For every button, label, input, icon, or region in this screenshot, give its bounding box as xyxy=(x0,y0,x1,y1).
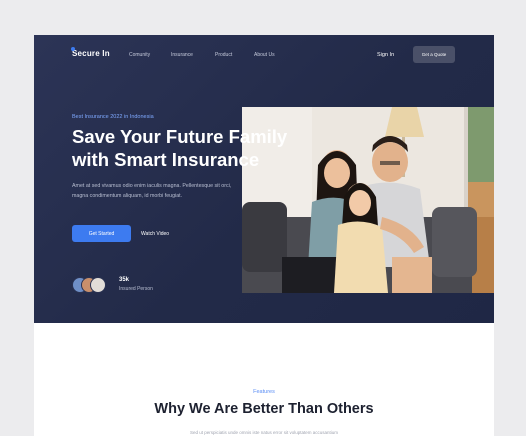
get-quote-button[interactable]: Get a Quote xyxy=(413,46,455,63)
nav-link-community[interactable]: Comunity xyxy=(129,52,150,58)
stat-label: Insured Person xyxy=(119,286,153,292)
hero-title-line1: Save Your Future Family xyxy=(72,126,288,147)
logo-text: Secure In xyxy=(72,49,110,58)
sign-in-link[interactable]: Sign In xyxy=(377,52,394,58)
logo-dot-icon xyxy=(71,47,75,51)
top-nav: Secure In Comunity Insurance Product Abo… xyxy=(34,35,494,75)
features-subtitle: Sed ut perspiciatis unde omnis iste natu… xyxy=(189,430,339,435)
watch-video-button[interactable]: Watch Video xyxy=(141,231,169,237)
get-started-button[interactable]: Get Started xyxy=(72,225,131,242)
features-eyebrow: Features xyxy=(253,389,275,395)
avatar xyxy=(90,277,106,293)
nav-link-product[interactable]: Product xyxy=(215,52,232,58)
hero-description: Amet at sed vivamus odio enim iaculis ma… xyxy=(72,183,232,199)
hero-section: Secure In Comunity Insurance Product Abo… xyxy=(34,35,494,323)
hero-title-line2: with Smart Insurance xyxy=(72,149,260,170)
hero-tagline: Best Insurance 2022 in Indonesia xyxy=(72,114,154,120)
hero-title: Save Your Future Family with Smart Insur… xyxy=(72,125,332,171)
features-title: Why We Are Better Than Others xyxy=(154,401,374,417)
stat-number: 35k xyxy=(119,277,130,283)
page-frame: Secure In Comunity Insurance Product Abo… xyxy=(34,35,494,436)
nav-link-insurance[interactable]: Insurance xyxy=(171,52,193,58)
avatar-group xyxy=(72,277,114,293)
nav-link-about[interactable]: About Us xyxy=(254,52,275,58)
logo[interactable]: Secure In xyxy=(71,47,110,58)
